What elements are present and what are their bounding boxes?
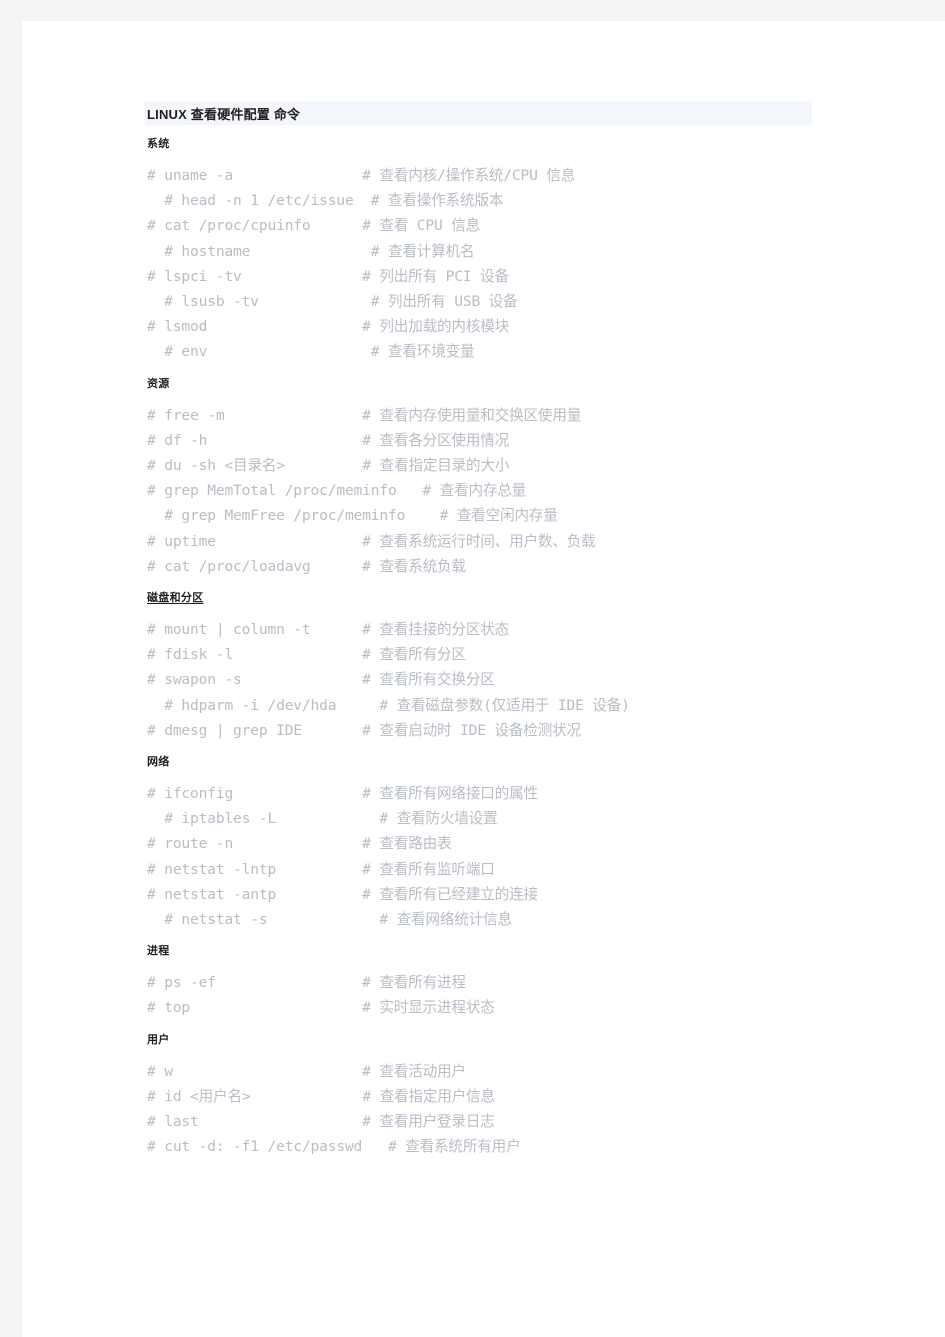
section-heading: 磁盘和分区 (147, 592, 204, 605)
command-line: # uname -a # 查看内核/操作系统/CPU 信息 (147, 167, 576, 184)
command-line: # netstat -antp # 查看所有已经建立的连接 (147, 885, 538, 903)
section-heading-row: 进程 (145, 932, 845, 959)
section-heading-row: 系统 (145, 125, 845, 152)
command-block: # mount | column -t # 查看挂接的分区状态 # fdisk -… (145, 617, 845, 743)
command-line: # ifconfig # 查看所有网络接口的属性 (147, 785, 538, 803)
command-block: # w # 查看活动用户 # id <用户名> # 查看指定用户信息 # last … (145, 1059, 845, 1160)
command-line: # netstat -s # 查看网络统计信息 (147, 911, 512, 929)
page-title: LINUX 查看硬件配置 命令 (147, 106, 301, 122)
command-line: # head -n 1 /etc/issue # 查看操作系统版本 (147, 192, 504, 210)
section-heading: 系统 (147, 138, 170, 150)
command-block: # uname -a # 查看内核/操作系统/CPU 信息 # head -n … (145, 163, 845, 365)
command-line: # hostname # 查看计算机名 (147, 242, 475, 260)
document-section: 网络 # ifconfig # 查看所有网络接口的属性 # iptables -L… (145, 743, 845, 932)
command-line: # w # 查看活动用户 (147, 1062, 466, 1080)
section-heading: 网络 (147, 756, 170, 769)
command-line: # grep MemFree /proc/meminfo # 查看空闲内存量 (147, 507, 558, 525)
command-line: # cut -d: -f1 /etc/passwd # 查看系统所有用户 (147, 1138, 521, 1156)
command-block: # ifconfig # 查看所有网络接口的属性 # iptables -L #… (145, 781, 845, 932)
command-line: # cat /proc/cpuinfo # 查看 CPU 信息 (147, 217, 481, 235)
command-line: # ps -ef # 查看所有进程 (147, 974, 466, 992)
command-line: # route -n # 查看路由表 (147, 835, 452, 853)
section-heading-row: 资源 (145, 365, 845, 392)
sections-container: 系统 # uname -a # 查看内核/操作系统/CPU 信息 # head -… (145, 125, 845, 1160)
command-block: # ps -ef # 查看所有进程 # top # 实时显示进程状态 (145, 970, 845, 1020)
command-line: # uptime # 查看系统运行时间、用户数、负载 (147, 532, 596, 550)
command-line: # grep MemTotal /proc/meminfo # 查看内存总量 (147, 482, 527, 500)
command-line: # top # 实时显示进程状态 (147, 999, 495, 1017)
document-page: LINUX 查看硬件配置 命令 系统 # uname -a # 查看内核/操作系统… (22, 21, 945, 1337)
section-heading-row: 网络 (145, 743, 845, 770)
command-line: # netstat -lntp # 查看所有监听端口 (147, 860, 495, 878)
document-section: 用户 # w # 查看活动用户 # id <用户名> # 查看指定用户信息 # las… (145, 1021, 845, 1160)
section-heading: 用户 (147, 1033, 170, 1046)
command-line: # lsusb -tv # 列出所有 USB 设备 (147, 293, 518, 311)
command-line: # id <用户名> # 查看指定用户信息 (147, 1087, 495, 1105)
command-line: # cat /proc/loadavg # 查看系统负载 (147, 557, 466, 575)
document-content: LINUX 查看硬件配置 命令 系统 # uname -a # 查看内核/操作系统… (145, 101, 845, 1160)
section-heading: 进程 (147, 945, 170, 958)
document-section: 磁盘和分区 # mount | column -t # 查看挂接的分区状态 # fd… (145, 579, 845, 743)
command-line: # swapon -s # 查看所有交换分区 (147, 671, 495, 689)
command-line: # hdparm -i /dev/hda # 查看磁盘参数(仅适用于 IDE 设… (147, 696, 630, 714)
command-line: # mount | column -t # 查看挂接的分区状态 (147, 621, 510, 639)
command-line: # env # 查看环境变量 (147, 343, 475, 361)
command-block: # free -m # 查看内存使用量和交换区使用量 # df -h # 查看各分… (145, 403, 845, 579)
command-line: # free -m # 查看内存使用量和交换区使用量 (147, 406, 582, 424)
command-line: # last # 查看用户登录日志 (147, 1113, 495, 1131)
document-section: 系统 # uname -a # 查看内核/操作系统/CPU 信息 # head -… (145, 125, 845, 365)
command-line: # fdisk -l # 查看所有分区 (147, 646, 466, 664)
section-heading: 资源 (147, 377, 170, 390)
command-line: # lspci -tv # 列出所有 PCI 设备 (147, 267, 509, 285)
command-line: # iptables -L # 查看防火墙设置 (147, 810, 498, 828)
section-heading-row: 用户 (145, 1021, 845, 1048)
command-line: # lsmod # 列出加载的内核模块 (147, 318, 510, 336)
command-line: # df -h # 查看各分区使用情况 (147, 431, 510, 449)
section-heading-row: 磁盘和分区 (145, 579, 845, 606)
document-title-bar: LINUX 查看硬件配置 命令 (145, 101, 812, 125)
command-line: # dmesg | grep IDE # 查看启动时 IDE 设备检测状况 (147, 721, 581, 739)
command-line: # du -sh <目录名> # 查看指定目录的大小 (147, 457, 510, 475)
document-section: 资源 # free -m # 查看内存使用量和交换区使用量 # df -h # 查看… (145, 365, 845, 579)
document-section: 进程 # ps -ef # 查看所有进程 # top # 实时显示进程状态 (145, 932, 845, 1020)
